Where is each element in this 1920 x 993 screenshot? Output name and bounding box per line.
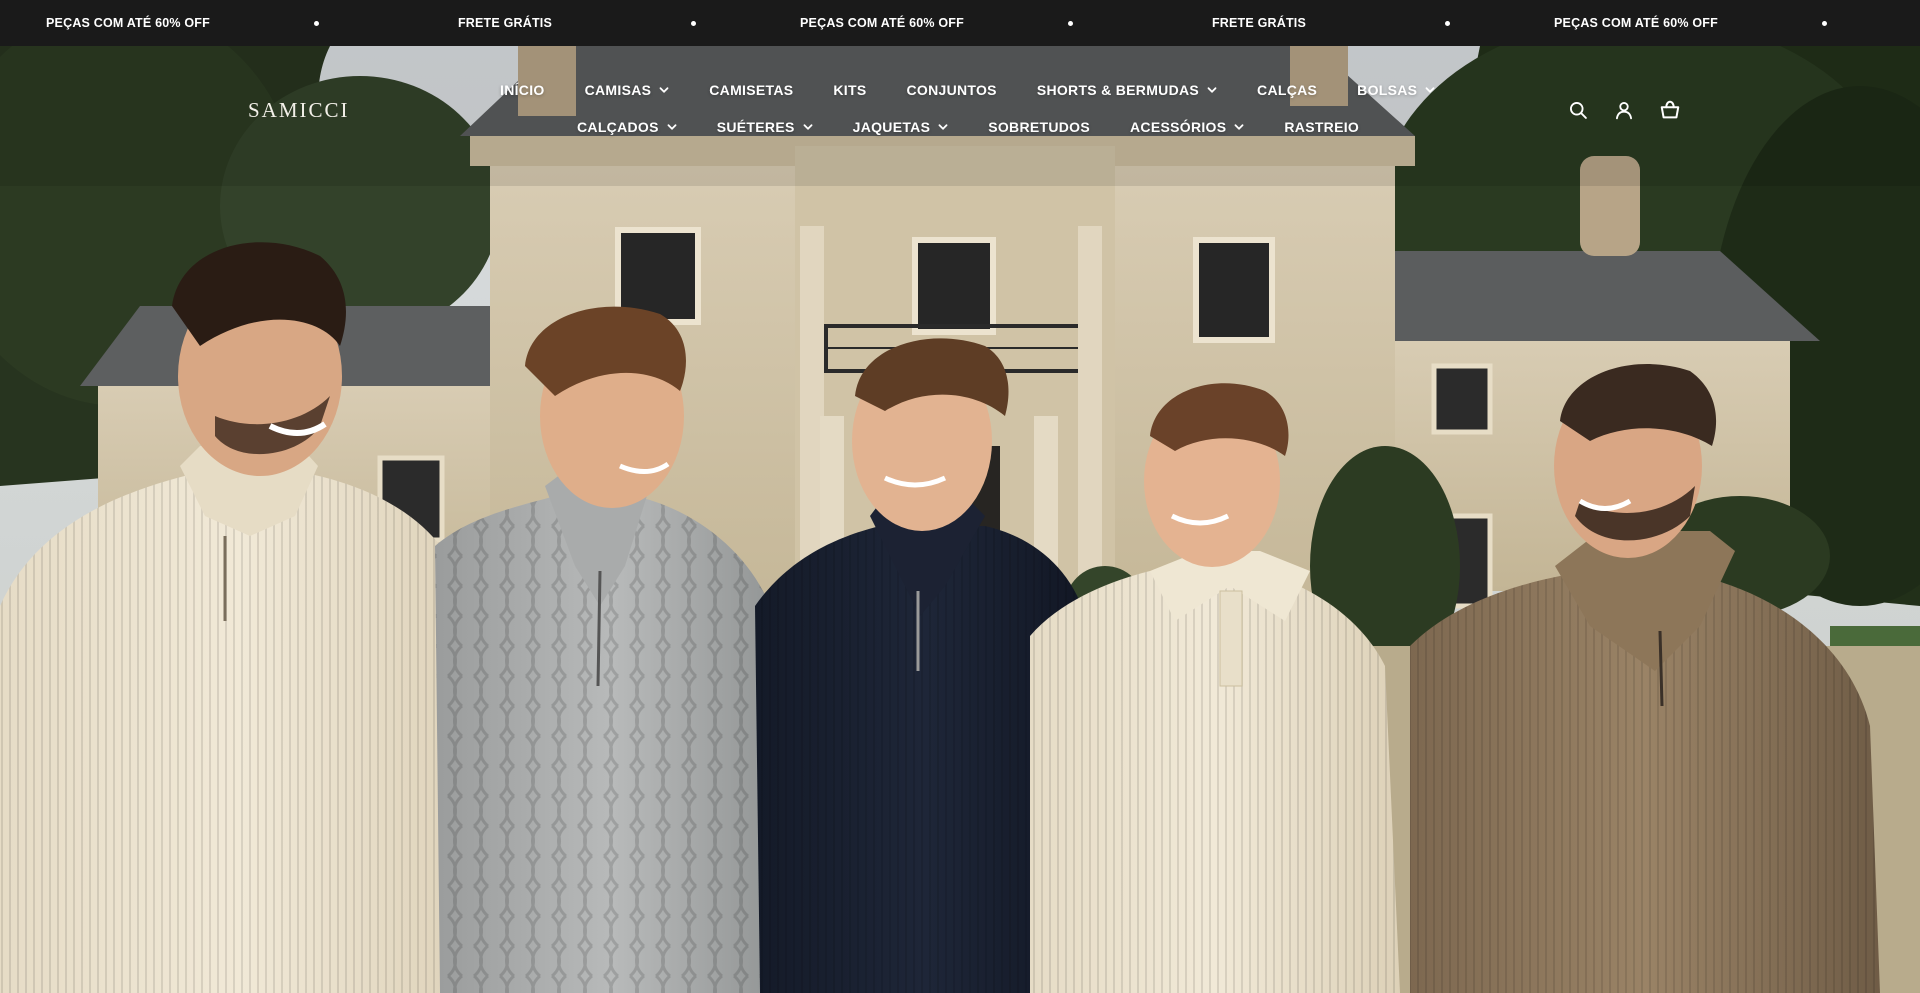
nav-item-label: RASTREIO xyxy=(1284,119,1360,135)
chevron-down-icon xyxy=(1234,124,1244,130)
hero-banner[interactable] xyxy=(0,46,1920,993)
announcement-item: FRETE GRÁTIS xyxy=(413,16,790,30)
nav-item-camisas[interactable]: CAMISAS xyxy=(585,82,670,98)
nav-item-label: BOLSAS xyxy=(1357,82,1418,98)
separator-dot-icon xyxy=(1068,20,1073,26)
search-icon[interactable] xyxy=(1566,98,1590,122)
chevron-down-icon xyxy=(659,87,669,93)
chevron-down-icon xyxy=(803,124,813,130)
logo[interactable]: SAMICCI xyxy=(248,98,350,123)
nav-item-camisetas[interactable]: CAMISETAS xyxy=(709,82,793,98)
separator-dot-icon xyxy=(1822,20,1827,26)
chevron-down-icon xyxy=(667,124,677,130)
announcement-item: PEÇAS COM ATÉ 60% OFF xyxy=(0,16,413,30)
nav-item-acessorios[interactable]: ACESSÓRIOS xyxy=(1130,119,1244,135)
announcement-bar: PEÇAS COM ATÉ 60% OFF FRETE GRÁTIS PEÇAS C… xyxy=(0,0,1920,46)
chevron-down-icon xyxy=(1207,87,1217,93)
announcement-item: PEÇAS COM ATÉ 60% OFF xyxy=(1544,16,1920,30)
announcement-text: FRETE GRÁTIS xyxy=(457,16,553,30)
nav-item-label: SHORTS & BERMUDAS xyxy=(1036,82,1200,98)
nav-item-calcados[interactable]: CALÇADOS xyxy=(577,119,677,135)
nav-item-label: ACESSÓRIOS xyxy=(1130,119,1227,135)
announcement-item: PEÇAS COM ATÉ 60% OFF xyxy=(790,16,1167,30)
nav-item-inicio[interactable]: INÍCIO xyxy=(500,82,545,98)
nav-item-label: CONJUNTOS xyxy=(906,82,997,98)
nav-item-calcas[interactable]: CALÇAS xyxy=(1257,82,1317,98)
announcement-text: PEÇAS COM ATÉ 60% OFF xyxy=(800,16,964,30)
announcement-track: PEÇAS COM ATÉ 60% OFF FRETE GRÁTIS PEÇAS C… xyxy=(0,16,1920,30)
nav-item-conjuntos[interactable]: CONJUNTOS xyxy=(906,82,996,98)
nav-item-label: CALÇAS xyxy=(1257,82,1318,98)
nav-item-shorts-bermudas[interactable]: SHORTS & BERMUDAS xyxy=(1037,82,1217,98)
chevron-down-icon xyxy=(938,124,948,130)
nav-item-bolsas[interactable]: BOLSAS xyxy=(1357,82,1435,98)
announcement-text: PEÇAS COM ATÉ 60% OFF xyxy=(1554,16,1718,30)
separator-dot-icon xyxy=(691,20,696,26)
nav-item-label: CALÇADOS xyxy=(577,119,659,135)
nav-item-rastreio[interactable]: RASTREIO xyxy=(1284,119,1359,135)
separator-dot-icon xyxy=(1445,20,1450,26)
nav-item-label: SOBRETUDOS xyxy=(988,119,1091,135)
nav-item-sueteres[interactable]: SUÉTERES xyxy=(717,119,813,135)
announcement-item: FRETE GRÁTIS xyxy=(1167,16,1544,30)
nav-item-label: KITS xyxy=(833,82,867,98)
nav-item-label: SUÉTERES xyxy=(716,119,795,135)
site-header: SAMICCI INÍCIO CAMISAS CAMISETAS KITS CONJUN… xyxy=(0,46,1920,156)
announcement-text: FRETE GRÁTIS xyxy=(1211,16,1307,30)
hero-image xyxy=(0,46,1920,993)
nav-item-label: CAMISAS xyxy=(584,82,652,98)
chevron-down-icon xyxy=(1425,87,1435,93)
separator-dot-icon xyxy=(314,20,319,26)
main-nav-row-1: INÍCIO CAMISAS CAMISETAS KITS CONJUNTOS SHORT… xyxy=(500,82,1475,98)
nav-item-label: CAMISETAS xyxy=(709,82,794,98)
nav-item-label: INÍCIO xyxy=(500,82,545,98)
nav-item-sobretudos[interactable]: SOBRETUDOS xyxy=(988,119,1090,135)
nav-item-kits[interactable]: KITS xyxy=(833,82,866,98)
main-nav-row-2: CALÇADOS SUÉTERES JAQUETAS SOBRETUDOS ACESSÓ… xyxy=(577,119,1399,135)
nav-item-label: JAQUETAS xyxy=(852,119,931,135)
header-icons xyxy=(1566,98,1682,122)
nav-item-jaquetas[interactable]: JAQUETAS xyxy=(853,119,949,135)
cart-icon[interactable] xyxy=(1658,98,1682,122)
announcement-text: PEÇAS COM ATÉ 60% OFF xyxy=(46,16,210,30)
account-icon[interactable] xyxy=(1612,98,1636,122)
